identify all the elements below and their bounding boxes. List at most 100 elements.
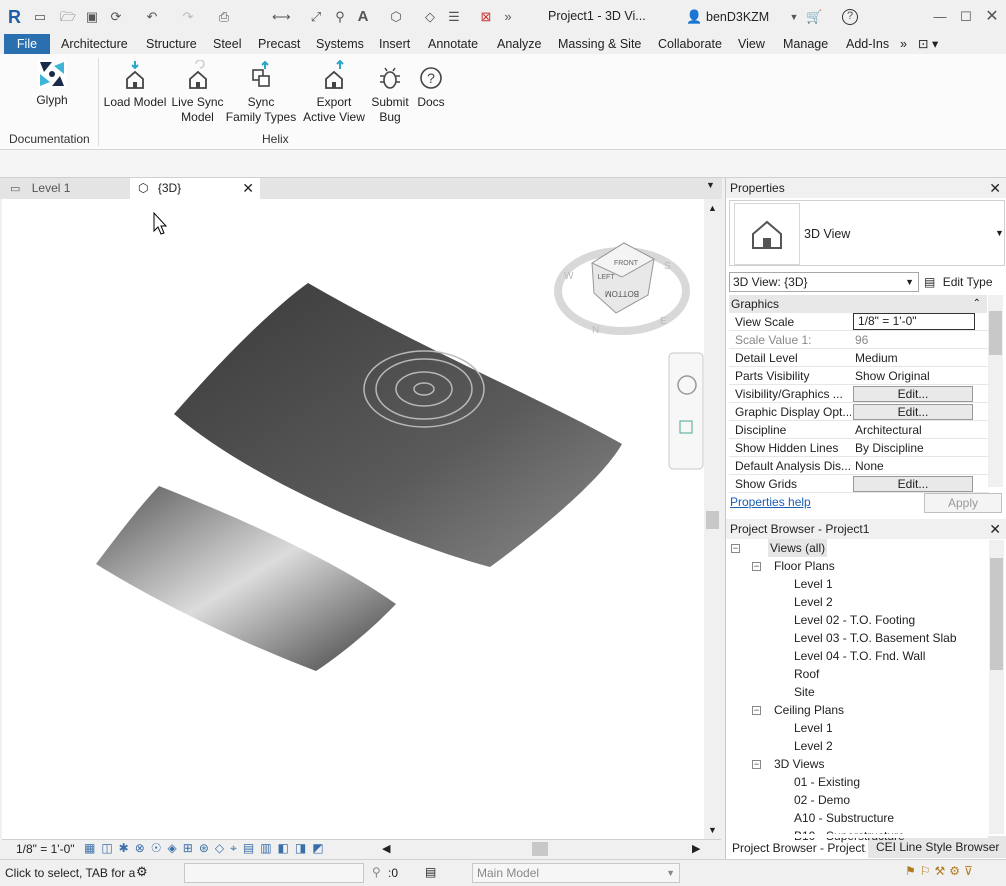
close-properties-icon[interactable]: ✕ [989,178,1001,198]
view-control-icons[interactable]: ▦◫✱⊗☉◈⊞⊛◇⌖▤▥◧◨◩ [84,841,330,856]
collapse-toggle-icon[interactable]: − [752,562,761,571]
graphics-section-header[interactable]: Graphics ⌃ [729,295,987,313]
view-cube[interactable]: FRONT LEFT BOTTOM W S N E [554,242,690,336]
tab-level-1[interactable]: ▭ Level 1 [0,178,130,199]
tree-item[interactable]: 02 - Demo [794,791,850,809]
browser-scrollbar[interactable] [989,540,1004,834]
workset-dropdown[interactable] [184,863,364,883]
model-canvas[interactable]: FRONT LEFT BOTTOM W S N E [2,199,704,839]
ribbon-display-toggle-icon[interactable]: ⊡ ▾ [918,34,938,54]
tree-floor-plans[interactable]: Floor Plans [774,557,835,575]
tab-view[interactable]: View [738,34,765,54]
properties-scrollbar[interactable] [988,295,1003,487]
save-icon[interactable]: ▣ [84,9,100,25]
property-value[interactable]: None [853,457,975,475]
load-model-button[interactable]: Load Model [101,60,169,110]
props-scroll-thumb[interactable] [989,311,1002,355]
tab-massing-site[interactable]: Massing & Site [558,34,641,54]
section-icon[interactable]: ◇ [422,9,438,25]
help-icon[interactable]: ? [842,9,858,25]
live-sync-model-button[interactable]: Live Sync Model [170,60,225,125]
undo-icon[interactable]: ↶ [144,9,160,25]
more-tabs-icon[interactable]: » [900,34,907,54]
cart-icon[interactable]: 🛒 [806,9,822,25]
property-edit-button[interactable]: Edit... [853,404,973,420]
tree-item[interactable]: Roof [794,665,819,683]
redo-icon[interactable]: ↷ [180,9,196,25]
print-icon[interactable]: ⎙ [216,9,232,25]
viewport-vertical-scrollbar[interactable]: ▲ ▼ [704,199,721,839]
tab-architecture[interactable]: Architecture [61,34,128,54]
property-value[interactable]: Medium [853,349,975,367]
tree-ceiling-plans[interactable]: Ceiling Plans [774,701,844,719]
tab-precast[interactable]: Precast [258,34,300,54]
tab-structure[interactable]: Structure [146,34,197,54]
docs-button[interactable]: ? Docs [413,60,449,110]
instance-selector[interactable]: 3D View: {3D} ▼ [729,272,919,292]
property-value[interactable]: By Discipline [853,439,975,457]
navigation-bar[interactable] [668,352,704,470]
export-active-view-button[interactable]: Export Active View [299,60,369,125]
browser-scroll-thumb[interactable] [990,558,1003,670]
scroll-thumb[interactable] [706,511,719,529]
user-name[interactable]: benD3KZM [706,10,769,24]
tab-manage[interactable]: Manage [783,34,828,54]
edit-type-button[interactable]: ▤ Edit Type [924,272,1004,292]
hscroll-left-icon[interactable]: ◀ [382,842,390,855]
property-value[interactable]: Show Original [853,367,975,385]
tab-3d-view[interactable]: ⬡ {3D} ✕ [130,178,260,199]
measure-icon[interactable]: ⟷ [272,9,291,25]
tree-item[interactable]: Level 02 - T.O. Footing [794,611,915,629]
close-hidden-windows-icon[interactable]: ⊠ [478,9,494,25]
tree-item[interactable]: Level 03 - T.O. Basement Slab [794,629,957,647]
revit-logo-icon[interactable]: R [8,7,24,27]
maximize-icon[interactable]: ☐ [958,9,974,25]
tree-item[interactable]: Level 2 [794,593,833,611]
thin-lines-icon[interactable]: ☰ [446,9,462,25]
tab-insert[interactable]: Insert [379,34,410,54]
close-icon[interactable]: ✕ [984,9,1000,25]
scroll-up-icon[interactable]: ▲ [708,203,717,213]
tree-item[interactable]: Level 1 [794,719,833,737]
scroll-down-icon[interactable]: ▼ [708,825,717,835]
3d-viewport[interactable]: FRONT LEFT BOTTOM W S N E [2,199,704,839]
tree-item[interactable]: Level 04 - T.O. Fnd. Wall [794,647,925,665]
property-value[interactable]: Architectural [853,421,975,439]
sync-family-types-button[interactable]: Sync Family Types [225,60,297,125]
open-folder-icon[interactable]: 🗁 [60,9,76,25]
tree-item[interactable]: Level 1 [794,575,833,593]
user-icon[interactable]: 👤 [686,9,702,25]
tab-annotate[interactable]: Annotate [428,34,478,54]
tab-list-dropdown-icon[interactable]: ▼ [706,180,715,190]
submit-bug-button[interactable]: Submit Bug [367,60,413,125]
selection-filter-icons[interactable]: ⚑⚐⚒⚙⊽ [905,864,977,878]
tree-views-all[interactable]: Views (all) [768,539,828,557]
type-selector[interactable]: 3D View ▼ [729,200,1005,266]
collapse-toggle-icon[interactable]: − [731,544,740,553]
tree-item[interactable]: 01 - Existing [794,773,860,791]
glyph-button[interactable]: Glyph [22,58,82,108]
new-file-icon[interactable]: ▭ [32,9,48,25]
text-icon[interactable]: A [355,9,371,25]
property-value[interactable]: 1/8" = 1'-0" [853,313,975,330]
tree-item[interactable]: A10 - Substructure [794,809,894,827]
tab-collaborate[interactable]: Collaborate [658,34,722,54]
chevron-down-icon[interactable]: ▼ [786,9,802,25]
collapse-toggle-icon[interactable]: − [752,706,761,715]
expand-toolbar-icon[interactable]: » [500,9,516,25]
design-options-icon[interactable]: ▤ [425,865,436,879]
tree-item[interactable]: Level 2 [794,737,833,755]
close-tab-icon[interactable]: ✕ [242,178,254,199]
properties-help-link[interactable]: Properties help [730,495,811,509]
view-scale-value[interactable]: 1/8" = 1'-0" [16,842,75,856]
sync-icon[interactable]: ⟳ [108,9,124,25]
tab-analyze[interactable]: Analyze [497,34,541,54]
tab-steel[interactable]: Steel [213,34,242,54]
tree-3d-views[interactable]: 3D Views [774,755,824,773]
property-edit-button[interactable]: Edit... [853,386,973,402]
editable-only-icon[interactable]: ⚲ [372,865,381,879]
workset-icon[interactable]: ⚙ [136,864,148,880]
apply-button[interactable]: Apply [924,493,1002,513]
close-browser-icon[interactable]: ✕ [989,519,1001,539]
minimize-icon[interactable]: — [932,9,948,25]
